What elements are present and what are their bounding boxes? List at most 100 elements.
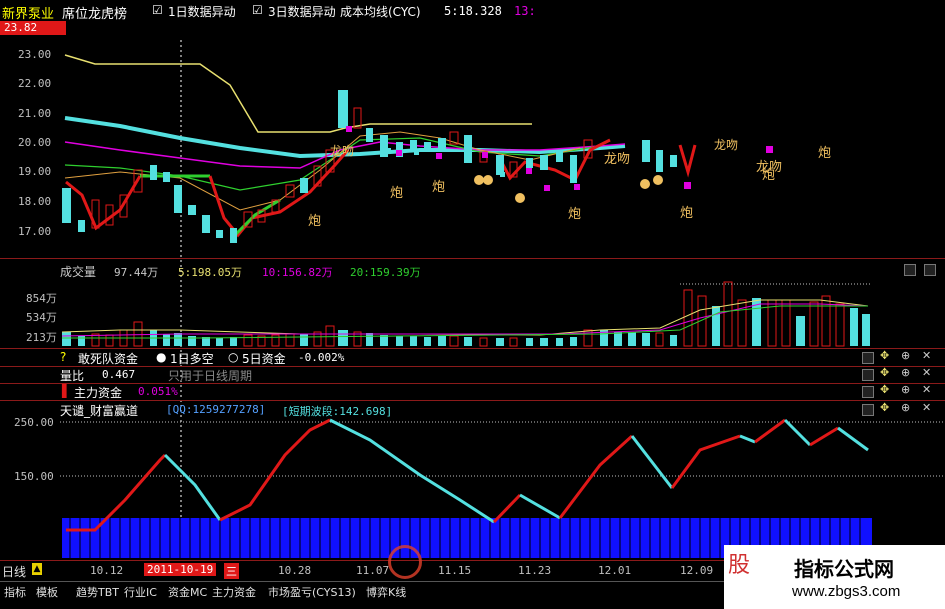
pane-settings-icon[interactable] bbox=[862, 386, 874, 398]
wealth-ytick: 250.00 bbox=[14, 416, 54, 429]
zoom-icon[interactable]: ⊕ bbox=[901, 366, 910, 379]
wealth-line-cyan7 bbox=[837, 426, 869, 452]
indicator-row1-name: 敢死队资金 bbox=[78, 352, 139, 366]
watermark-site-url: www.zbgs3.com bbox=[792, 583, 901, 600]
period-dropdown-icon[interactable]: ▲ bbox=[32, 563, 42, 575]
pin-icon[interactable]: ✥ bbox=[880, 401, 889, 414]
wealth-line-red6 bbox=[754, 418, 786, 444]
indicator-row3-value: 0.051% bbox=[138, 385, 178, 398]
pane-settings-icon[interactable] bbox=[862, 352, 874, 364]
pane-divider bbox=[0, 348, 945, 349]
volume-ma10: 10:156.82万 bbox=[262, 266, 333, 279]
price-yellow-line bbox=[64, 54, 532, 133]
close-icon[interactable]: ✕ bbox=[922, 401, 931, 414]
watermark-logo-icon bbox=[388, 545, 422, 579]
wealth-line-cyan2 bbox=[329, 418, 495, 524]
wealth-line-red5 bbox=[670, 434, 741, 489]
volume-bars bbox=[62, 281, 870, 347]
wealth-qq: [QQ:1259277278] bbox=[166, 403, 266, 416]
indicator-row1-opt1[interactable]: 1日多空 bbox=[170, 350, 214, 367]
wealth-line-red4 bbox=[558, 434, 634, 519]
pane-divider bbox=[0, 383, 945, 384]
indicator-row1-value: -0.002% bbox=[298, 351, 345, 364]
x-tick: 11.23 bbox=[518, 564, 552, 577]
signal-marker: 炮 bbox=[680, 206, 694, 221]
selected-date: 2011-10-19 bbox=[144, 563, 217, 576]
pane-settings-icon[interactable] bbox=[862, 404, 874, 416]
wealth-title: 天谴_财富赢道 bbox=[60, 404, 139, 418]
x-tick: 11.07 bbox=[356, 564, 390, 577]
tab-trend-tbt[interactable]: 趋势TBT bbox=[76, 583, 119, 603]
volume-ma5: 5:198.05万 bbox=[178, 266, 242, 279]
volume-ytick: 534万 bbox=[26, 311, 57, 324]
chart-canvas[interactable] bbox=[0, 0, 945, 609]
wealth-line-red2 bbox=[219, 418, 331, 522]
tab-template[interactable]: 模板 bbox=[36, 583, 58, 603]
volume-ma20: 20:159.39万 bbox=[350, 266, 421, 279]
signal-marker: 龙吻 bbox=[330, 144, 355, 158]
tab-market-pl[interactable]: 市场盈亏(CYS13) bbox=[268, 583, 356, 603]
close-icon[interactable]: ✕ bbox=[922, 383, 931, 396]
pin-icon[interactable]: ✥ bbox=[880, 366, 889, 379]
watermark-brand-text: 股 bbox=[728, 553, 751, 578]
close-icon[interactable]: ✕ bbox=[922, 349, 931, 362]
signal-marker: 龙吻 bbox=[604, 152, 631, 167]
x-tick: 11.15 bbox=[438, 564, 472, 577]
tab-fund-mc[interactable]: 资金MC bbox=[168, 583, 207, 603]
price-trend-line-red bbox=[65, 175, 142, 231]
wealth-line-cyan4 bbox=[630, 435, 674, 489]
x-tick: 10.12 bbox=[90, 564, 124, 577]
pane-divider bbox=[0, 400, 945, 401]
signal-marker: 炮 bbox=[432, 180, 446, 195]
period-label[interactable]: 日线 bbox=[2, 563, 26, 580]
tab-main-fund[interactable]: 主力资金 bbox=[212, 583, 256, 603]
wealth-line-red3 bbox=[492, 493, 522, 524]
volume-ma-green bbox=[62, 305, 868, 339]
tab-game-kline[interactable]: 博弈K线 bbox=[366, 583, 406, 603]
signal-marker: 炮 bbox=[762, 168, 776, 183]
volume-title: 成交量 bbox=[60, 265, 97, 279]
volume-value: 97.44万 bbox=[114, 266, 159, 279]
indicator-row2-name: 量比 bbox=[60, 369, 85, 383]
help-icon[interactable]: ? bbox=[60, 350, 66, 364]
x-tick: 12.01 bbox=[598, 564, 632, 577]
volume-ma-yellow bbox=[61, 299, 869, 336]
signal-marker: 龙吻 bbox=[714, 138, 739, 152]
wealth-ytick: 150.00 bbox=[14, 470, 54, 483]
price-trend-line-red2 bbox=[208, 149, 350, 238]
wealth-line-cyan3 bbox=[519, 493, 561, 520]
volume-ytick: 854万 bbox=[26, 292, 57, 305]
zoom-icon[interactable]: ⊕ bbox=[901, 349, 910, 362]
signal-marker: 炮 bbox=[818, 146, 832, 161]
price-orange-blobs bbox=[474, 175, 663, 203]
price-trend-line-red4 bbox=[678, 144, 697, 178]
signal-marker: 炮 bbox=[568, 207, 582, 222]
watermark-site-title: 指标公式网 bbox=[794, 557, 894, 581]
indicator-row2-value: 0.467 bbox=[102, 368, 136, 381]
tab-indicator[interactable]: 指标 bbox=[4, 583, 26, 603]
x-tick: 12.09 bbox=[680, 564, 714, 577]
signal-marker: 炮 bbox=[308, 214, 322, 229]
indicator-row3-marker: ▌ bbox=[62, 384, 72, 398]
pin-icon[interactable]: ✥ bbox=[880, 383, 889, 396]
indicator-row2-note: 只用于日线周期 bbox=[168, 369, 253, 383]
indicator-row1-opt2[interactable]: 5日资金 bbox=[242, 350, 286, 367]
pin-icon[interactable]: ✥ bbox=[880, 349, 889, 362]
pane-close-icon[interactable] bbox=[924, 264, 936, 276]
watermark-brand-box: 股 bbox=[724, 545, 758, 609]
pane-divider bbox=[0, 258, 945, 259]
radio-icon[interactable]: ○ bbox=[228, 350, 238, 364]
watermark-site-box: 指标公式网 www.zbgs3.com bbox=[758, 545, 945, 609]
price-candles bbox=[62, 90, 677, 243]
tab-industry-ic[interactable]: 行业IC bbox=[124, 583, 157, 603]
pane-divider bbox=[0, 366, 945, 367]
pane-settings-icon[interactable] bbox=[904, 264, 916, 276]
zoom-icon[interactable]: ⊕ bbox=[901, 401, 910, 414]
close-icon[interactable]: ✕ bbox=[922, 366, 931, 379]
x-tick: 10.28 bbox=[278, 564, 312, 577]
zoom-icon[interactable]: ⊕ bbox=[901, 383, 910, 396]
wealth-wave: [短期波段:142.698] bbox=[282, 405, 393, 418]
wealth-line-cyan5 bbox=[739, 434, 756, 444]
pane-settings-icon[interactable] bbox=[862, 369, 874, 381]
radio-selected-icon[interactable]: ● bbox=[156, 350, 166, 364]
